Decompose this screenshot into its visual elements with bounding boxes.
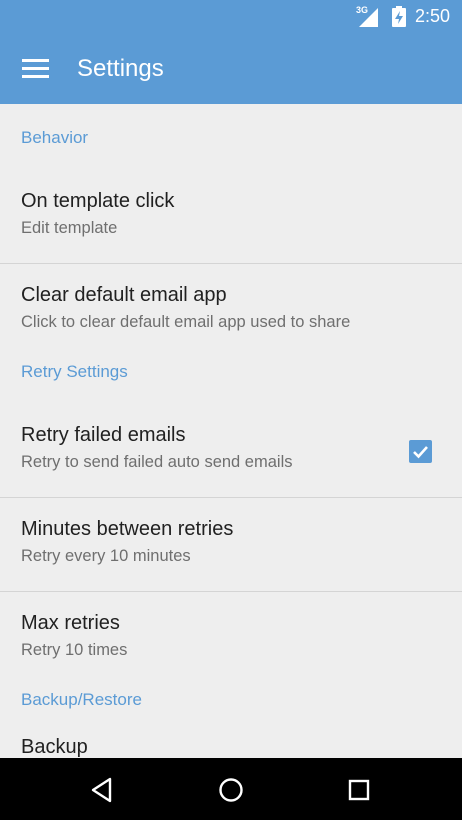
preference-summary: Click to clear default email app used to… [21, 313, 351, 331]
preference-title: On template click [21, 190, 175, 212]
home-button[interactable] [210, 769, 252, 811]
minutes-between-retries-preference[interactable]: Minutes between retries Retry every 10 m… [0, 498, 462, 592]
recents-button[interactable] [338, 769, 380, 811]
retry-checkbox[interactable] [409, 440, 432, 463]
template-click-preference[interactable]: On template click Edit template [0, 170, 462, 264]
back-button[interactable] [81, 769, 123, 811]
signal-icon: 3G [356, 5, 380, 28]
home-circle-icon [219, 778, 243, 802]
section-header-behavior: Behavior [21, 128, 89, 147]
preference-summary: Retry 10 times [21, 641, 128, 659]
recents-square-icon [348, 779, 370, 801]
backup-preference[interactable]: Backup [0, 732, 462, 758]
preference-summary: Edit template [21, 219, 118, 237]
status-bar: 3G 2:50 [0, 0, 462, 33]
retry-failed-emails-preference[interactable]: Retry failed emails Retry to send failed… [0, 404, 462, 498]
clear-default-email-preference[interactable]: Clear default email app Click to clear d… [0, 264, 462, 358]
preference-summary: Retry every 10 minutes [21, 547, 191, 565]
menu-button[interactable] [0, 33, 72, 104]
preference-title: Minutes between retries [21, 518, 234, 540]
back-triangle-icon [91, 777, 112, 803]
preference-title: Retry failed emails [21, 424, 186, 446]
preference-list[interactable]: Behavior On template click Edit template… [0, 104, 462, 758]
preference-title: Backup [21, 736, 88, 758]
hamburger-icon [22, 59, 49, 78]
preference-title: Clear default email app [21, 284, 227, 306]
preference-title: Max retries [21, 612, 120, 634]
section-header-retry: Retry Settings [21, 362, 128, 381]
max-retries-preference[interactable]: Max retries Retry 10 times [0, 592, 462, 686]
app-bar: Settings [0, 33, 462, 104]
preference-summary: Retry to send failed auto send emails [21, 453, 293, 471]
settings-screen: 3G 2:50 Settings Behavior On template cl… [0, 0, 462, 820]
navigation-bar [0, 758, 462, 820]
checkmark-icon [413, 445, 428, 458]
section-header-backup: Backup/Restore [21, 690, 142, 709]
page-title: Settings [77, 54, 164, 82]
battery-icon [391, 6, 406, 27]
clock: 2:50 [414, 6, 450, 26]
